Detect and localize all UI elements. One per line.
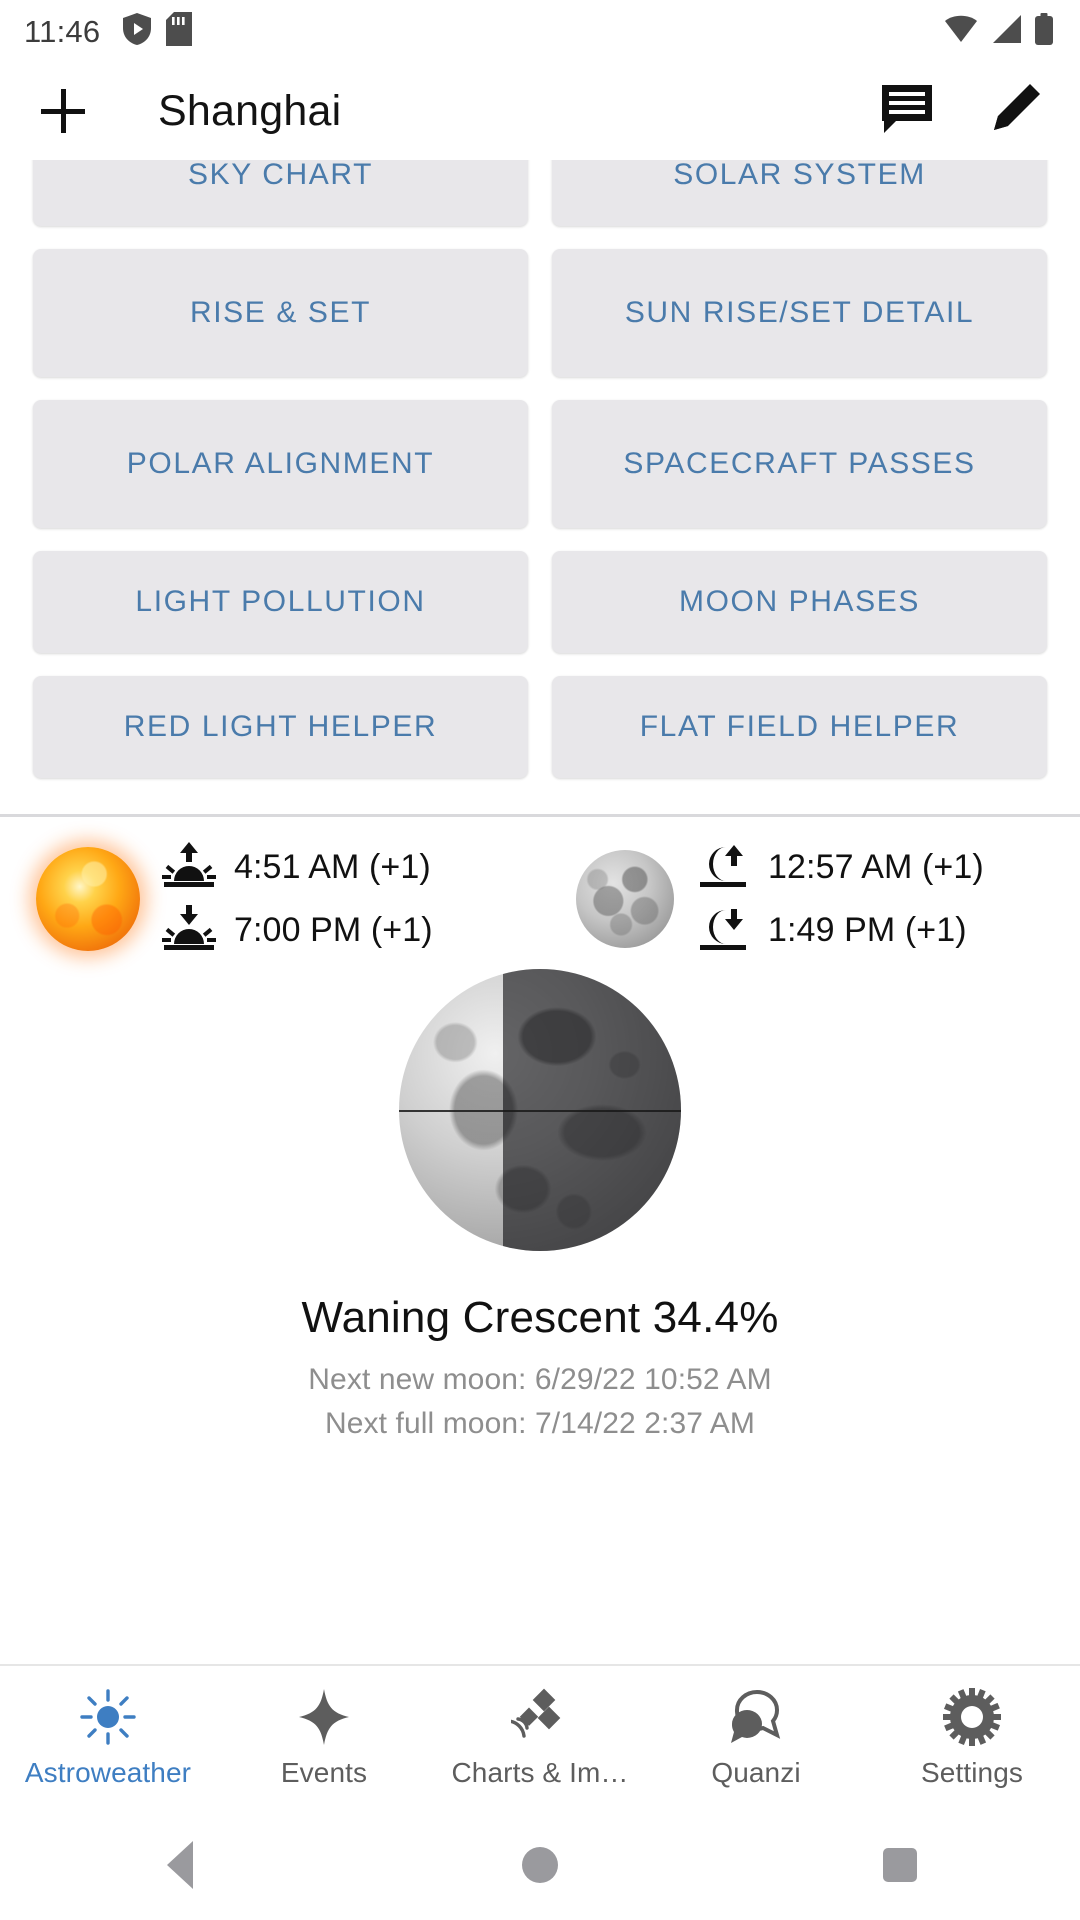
moon-disc-icon — [576, 850, 674, 948]
nav-tab-events[interactable]: Events — [216, 1687, 432, 1789]
status-bar: 11:46 — [0, 0, 1080, 62]
tool-button-label: SUN RISE/SET DETAIL — [624, 296, 975, 330]
sun-rise-set-group[interactable]: 4:51 AM (+1) 7:00 PM (+1) — [0, 841, 540, 957]
tool-button-label: FLAT FIELD HELPER — [639, 710, 960, 744]
system-back-button[interactable] — [120, 1810, 240, 1920]
comment-button[interactable] — [870, 74, 944, 148]
speech-bubbles-icon — [727, 1687, 785, 1747]
comment-icon — [880, 83, 934, 140]
sunset-row: 7:00 PM (+1) — [162, 904, 433, 957]
tool-button-flat-field-helper[interactable]: FLAT FIELD HELPER — [552, 676, 1047, 778]
moonset-row: 1:49 PM (+1) — [696, 904, 984, 957]
nav-tab-quanzi[interactable]: Quanzi — [648, 1687, 864, 1789]
sd-card-icon — [166, 11, 193, 51]
sunset-icon — [162, 904, 216, 957]
recents-square-icon — [883, 1848, 917, 1882]
battery-icon — [1034, 12, 1054, 50]
tool-button-label: MOON PHASES — [679, 585, 920, 619]
cellular-signal-icon — [990, 14, 1022, 49]
add-location-button[interactable] — [30, 78, 96, 144]
moonset-icon — [696, 904, 750, 957]
nav-tab-astroweather[interactable]: Astroweather — [0, 1687, 216, 1789]
edit-pencil-icon — [988, 82, 1042, 141]
moonrise-row: 12:57 AM (+1) — [696, 841, 984, 894]
system-navigation-bar — [0, 1810, 1080, 1920]
sun-times: 4:51 AM (+1) 7:00 PM (+1) — [162, 841, 433, 957]
nav-tab-label: Astroweather — [24, 1757, 192, 1788]
tool-button-spacecraft-passes[interactable]: SPACECRAFT PASSES — [552, 400, 1047, 528]
system-home-button[interactable] — [480, 1810, 600, 1920]
edit-button[interactable] — [978, 74, 1052, 148]
tool-button-label: SOLAR SYSTEM — [673, 160, 926, 192]
tool-button-rise-and-set[interactable]: RISE & SET — [33, 249, 528, 377]
back-triangle-icon — [167, 1841, 193, 1889]
home-circle-icon — [522, 1847, 558, 1883]
tool-button-sun-rise-set-detail[interactable]: SUN RISE/SET DETAIL — [552, 249, 1047, 377]
tool-button-sky-chart[interactable]: SKY CHART — [33, 160, 528, 226]
moon-phase-title: Waning Crescent 34.4% — [301, 1293, 779, 1342]
tool-button-light-pollution[interactable]: LIGHT POLLUTION — [33, 551, 528, 653]
moonrise-icon — [696, 841, 750, 894]
moon-phase-panel: Waning Crescent 34.4% Next new moon: 6/2… — [0, 963, 1080, 1664]
tool-grid-wrapper: SKY CHART SOLAR SYSTEM RISE & SET SUN RI… — [0, 160, 1080, 778]
tool-button-polar-alignment[interactable]: POLAR ALIGNMENT — [33, 400, 528, 528]
moonrise-time: 12:57 AM (+1) — [768, 848, 984, 886]
main-content: SKY CHART SOLAR SYSTEM RISE & SET SUN RI… — [0, 160, 1080, 1664]
moon-rise-set-group[interactable]: 12:57 AM (+1) 1:49 PM (+1) — [540, 841, 1080, 957]
moon-equator-line — [399, 1110, 681, 1112]
tool-button-label: RISE & SET — [189, 296, 372, 330]
satellite-icon — [511, 1687, 569, 1747]
shield-play-icon — [122, 12, 152, 51]
nav-tab-label: Events — [280, 1757, 368, 1788]
app-bar: Shanghai — [0, 62, 1080, 160]
nav-tab-label: Settings — [921, 1757, 1023, 1788]
page-title: Shanghai — [158, 86, 342, 135]
moonset-time: 1:49 PM (+1) — [768, 911, 967, 949]
next-full-moon-text: Next full moon: 7/14/22 2:37 AM — [324, 1407, 755, 1440]
sunrise-icon — [162, 841, 216, 894]
sun-disc-icon — [36, 847, 140, 951]
nav-tab-charts-and-images[interactable]: Charts & Im… — [432, 1687, 648, 1789]
status-bar-clock: 11:46 — [24, 13, 101, 49]
status-bar-system-icons — [944, 12, 1054, 50]
next-new-moon-text: Next new moon: 6/29/22 10:52 AM — [308, 1363, 772, 1396]
tool-button-label: SPACECRAFT PASSES — [623, 447, 976, 481]
tool-button-label: LIGHT POLLUTION — [135, 585, 426, 619]
sunset-time: 7:00 PM (+1) — [234, 911, 433, 949]
tool-button-label: RED LIGHT HELPER — [123, 710, 438, 744]
tool-button-label: SKY CHART — [187, 160, 373, 192]
tool-button-label: POLAR ALIGNMENT — [126, 447, 435, 481]
tool-button-solar-system[interactable]: SOLAR SYSTEM — [552, 160, 1047, 226]
moon-times: 12:57 AM (+1) 1:49 PM (+1) — [696, 841, 984, 957]
tool-button-moon-phases[interactable]: MOON PHASES — [552, 551, 1047, 653]
tool-button-red-light-helper[interactable]: RED LIGHT HELPER — [33, 676, 528, 778]
sunrise-row: 4:51 AM (+1) — [162, 841, 433, 894]
nav-tab-label: Quanzi — [711, 1757, 801, 1788]
system-recents-button[interactable] — [840, 1810, 960, 1920]
waning-crescent-moon-image — [399, 969, 681, 1251]
app-root: 11:46 Shanghai SKY CHART SOLAR SYSTEM RI… — [0, 0, 1080, 1920]
bottom-navigation-bar: Astroweather Events Charts & Im… Quanzi … — [0, 1664, 1080, 1810]
nav-tab-label: Charts & Im… — [451, 1757, 629, 1788]
rise-set-panel: 4:51 AM (+1) 7:00 PM (+1) 12:57 AM (+1) … — [0, 817, 1080, 963]
wifi-icon — [944, 14, 978, 49]
status-bar-notification-icons — [122, 11, 193, 51]
gear-icon — [943, 1687, 1001, 1747]
four-point-star-icon — [296, 1687, 352, 1747]
sun-rays-icon — [80, 1687, 136, 1747]
sunrise-time: 4:51 AM (+1) — [234, 848, 431, 886]
nav-tab-settings[interactable]: Settings — [864, 1687, 1080, 1789]
tool-grid: SKY CHART SOLAR SYSTEM RISE & SET SUN RI… — [33, 160, 1047, 778]
